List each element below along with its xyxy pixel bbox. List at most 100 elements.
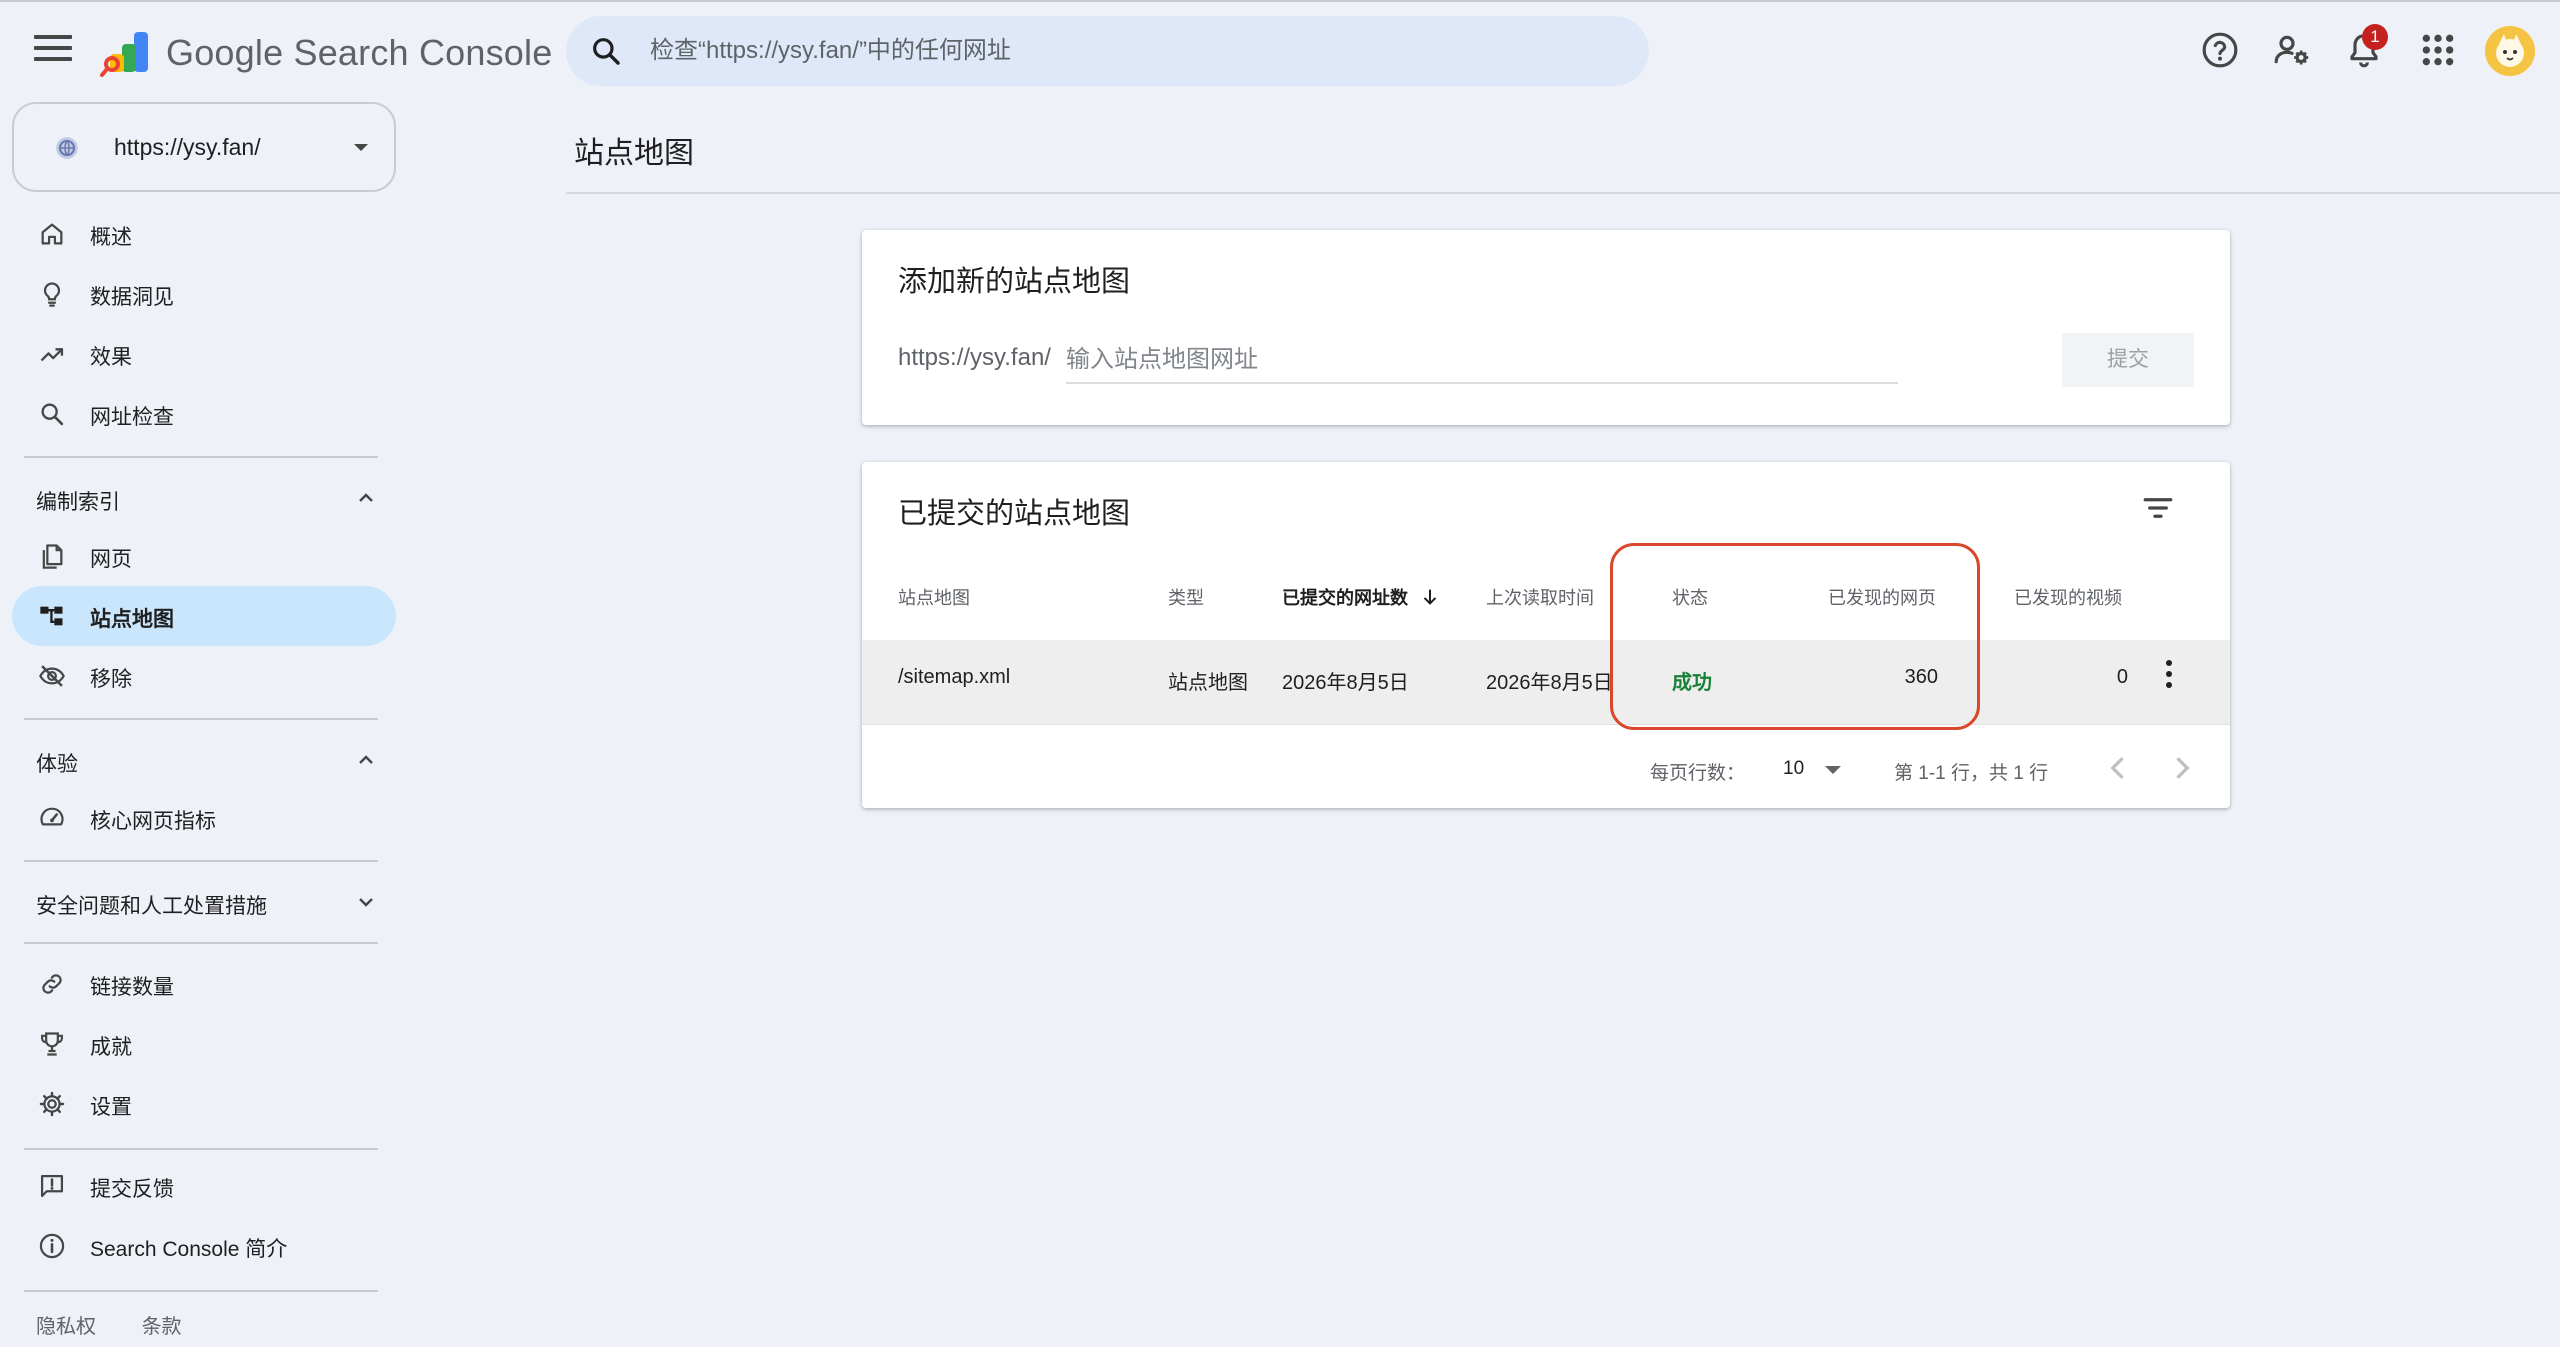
app-title[interactable]: Google Search Console <box>166 32 552 74</box>
sidebar-divider <box>24 860 378 862</box>
column-header-discovered-videos[interactable]: 已发现的视频 <box>2014 584 2122 610</box>
add-sitemap-card: 添加新的站点地图 https://ysy.fan/ 提交 <box>862 230 2230 425</box>
cell-discovered-videos: 0 <box>2116 666 2128 688</box>
cell-discovered-pages: 360 <box>1904 666 1938 688</box>
cell-last-read: 2026年8月5日 <box>1486 672 1613 694</box>
apps-grid-icon[interactable] <box>2418 30 2458 70</box>
section-header-experience[interactable]: 体验 <box>12 732 396 788</box>
settings-icon <box>39 1091 65 1117</box>
sidebar-item-insights[interactable]: 数据洞见 <box>12 264 396 324</box>
sidebar-item-settings[interactable]: 设置 <box>12 1074 396 1134</box>
sitemap-url-prefix: https://ysy.fan/ <box>898 344 1051 371</box>
visibility-off-icon <box>39 665 65 687</box>
column-header-label: 已提交的网址数 <box>1282 588 1408 608</box>
column-header-discovered-pages[interactable]: 已发现的网页 <box>1828 584 1936 610</box>
pagination-range: 第 1-1 行，共 1 行 <box>1894 763 2049 784</box>
dropdown-arrow-icon <box>1825 766 1841 774</box>
sidebar-divider <box>24 1290 378 1292</box>
cell-sitemap: /sitemap.xml <box>898 666 1011 688</box>
section-header-security[interactable]: 安全问题和人工处置措施 <box>12 874 396 930</box>
sidebar-item-overview[interactable]: 概述 <box>12 204 396 264</box>
sidebar-footer: 隐私权 条款 <box>36 1310 222 1339</box>
sidebar-item-label: 设置 <box>90 1096 132 1119</box>
globe-icon <box>56 137 78 159</box>
sidebar-item-label: 成就 <box>90 1036 132 1059</box>
sidebar-item-label: 链接数量 <box>90 976 174 999</box>
sidebar-item-links[interactable]: 链接数量 <box>12 954 396 1014</box>
trending-up-icon <box>40 348 64 362</box>
row-divider <box>862 724 2230 725</box>
sidebar-item-label: Search Console 简介 <box>90 1238 288 1261</box>
sidebar-divider <box>24 1148 378 1150</box>
manage-users-icon[interactable] <box>2272 30 2312 70</box>
menu-icon[interactable] <box>34 35 72 65</box>
filter-icon[interactable] <box>2140 490 2176 526</box>
sidebar-item-label: 移除 <box>90 668 132 691</box>
sidebar-item-achievements[interactable]: 成就 <box>12 1014 396 1074</box>
previous-page-icon[interactable] <box>2100 750 2136 786</box>
search-input[interactable] <box>650 16 1610 86</box>
section-header-indexing[interactable]: 编制索引 <box>12 470 396 526</box>
rows-per-page-select[interactable]: 10 <box>1775 750 1855 788</box>
cell-submitted: 2026年8月5日 <box>1282 672 1409 694</box>
sidebar-divider <box>24 942 378 944</box>
privacy-link[interactable]: 隐私权 <box>36 1316 96 1338</box>
column-header-sitemap[interactable]: 站点地图 <box>898 584 970 610</box>
top-app-bar: Google Search Console 1 <box>0 0 2560 100</box>
sidebar-item-url-inspection[interactable]: 网址检查 <box>12 384 396 444</box>
sitemap-icon <box>40 606 63 626</box>
search-console-logo[interactable] <box>100 28 156 78</box>
sidebar-item-pages[interactable]: 网页 <box>12 526 396 586</box>
column-header-last-read[interactable]: 上次读取时间 <box>1486 584 1594 610</box>
cell-type: 站点地图 <box>1168 672 1248 694</box>
search-icon <box>593 38 620 65</box>
column-header-submitted[interactable]: 已提交的网址数 <box>1282 584 1441 610</box>
title-divider <box>566 192 2560 194</box>
arrow-down-icon <box>1423 589 1437 605</box>
sidebar-divider <box>24 718 378 720</box>
column-header-type[interactable]: 类型 <box>1168 584 1204 610</box>
sidebar-item-label: 数据洞见 <box>90 286 174 309</box>
next-page-icon[interactable] <box>2164 750 2200 786</box>
card-title: 已提交的站点地图 <box>898 498 1131 530</box>
info-icon <box>39 1233 65 1259</box>
section-label: 编制索引 <box>36 491 120 514</box>
rows-per-page-label: 每页行数： <box>1650 763 1746 784</box>
section-label: 安全问题和人工处置措施 <box>36 895 267 918</box>
terms-link[interactable]: 条款 <box>142 1316 182 1338</box>
page-title: 站点地图 <box>574 137 694 170</box>
link-icon <box>42 974 62 994</box>
chevron-down-icon <box>359 898 373 907</box>
chevron-down-icon <box>354 144 368 151</box>
trophy-icon <box>41 1032 63 1056</box>
home-icon <box>41 223 63 245</box>
sidebar-item-label: 核心网页指标 <box>90 810 216 833</box>
speed-icon <box>40 807 64 826</box>
submitted-sitemaps-card: 已提交的站点地图 站点地图 类型 已提交的网址数 上次读取时间 状态 已发现的网… <box>862 462 2230 808</box>
more-vert-icon[interactable] <box>2164 660 2174 692</box>
sidebar-item-label: 站点地图 <box>90 608 174 631</box>
feedback-icon <box>40 1174 64 1198</box>
sidebar-item-about[interactable]: Search Console 简介 <box>12 1216 396 1276</box>
sidebar-divider <box>24 456 378 458</box>
section-label: 体验 <box>36 753 78 776</box>
url-inspection-search[interactable] <box>566 16 1649 86</box>
sidebar-item-feedback[interactable]: 提交反馈 <box>12 1156 396 1216</box>
sidebar-item-sitemaps[interactable]: 站点地图 <box>12 586 396 646</box>
sitemap-url-input[interactable] <box>1066 338 1898 384</box>
search-icon <box>41 403 64 426</box>
sidebar-item-performance[interactable]: 效果 <box>12 324 396 384</box>
chevron-up-icon <box>359 493 373 502</box>
help-icon[interactable] <box>2200 30 2240 70</box>
account-avatar[interactable] <box>2485 26 2535 76</box>
sidebar-item-removals[interactable]: 移除 <box>12 646 396 706</box>
pages-icon <box>42 544 63 569</box>
card-title: 添加新的站点地图 <box>898 266 1131 298</box>
sidebar-item-label: 概述 <box>90 226 132 249</box>
property-selector[interactable]: https://ysy.fan/ <box>12 102 396 192</box>
sidebar-item-label: 效果 <box>90 346 132 369</box>
sidebar-item-label: 网址检查 <box>90 406 174 429</box>
sidebar-item-core-web-vitals[interactable]: 核心网页指标 <box>12 788 396 848</box>
column-header-status[interactable]: 状态 <box>1672 584 1708 610</box>
submit-button[interactable]: 提交 <box>2062 333 2194 387</box>
